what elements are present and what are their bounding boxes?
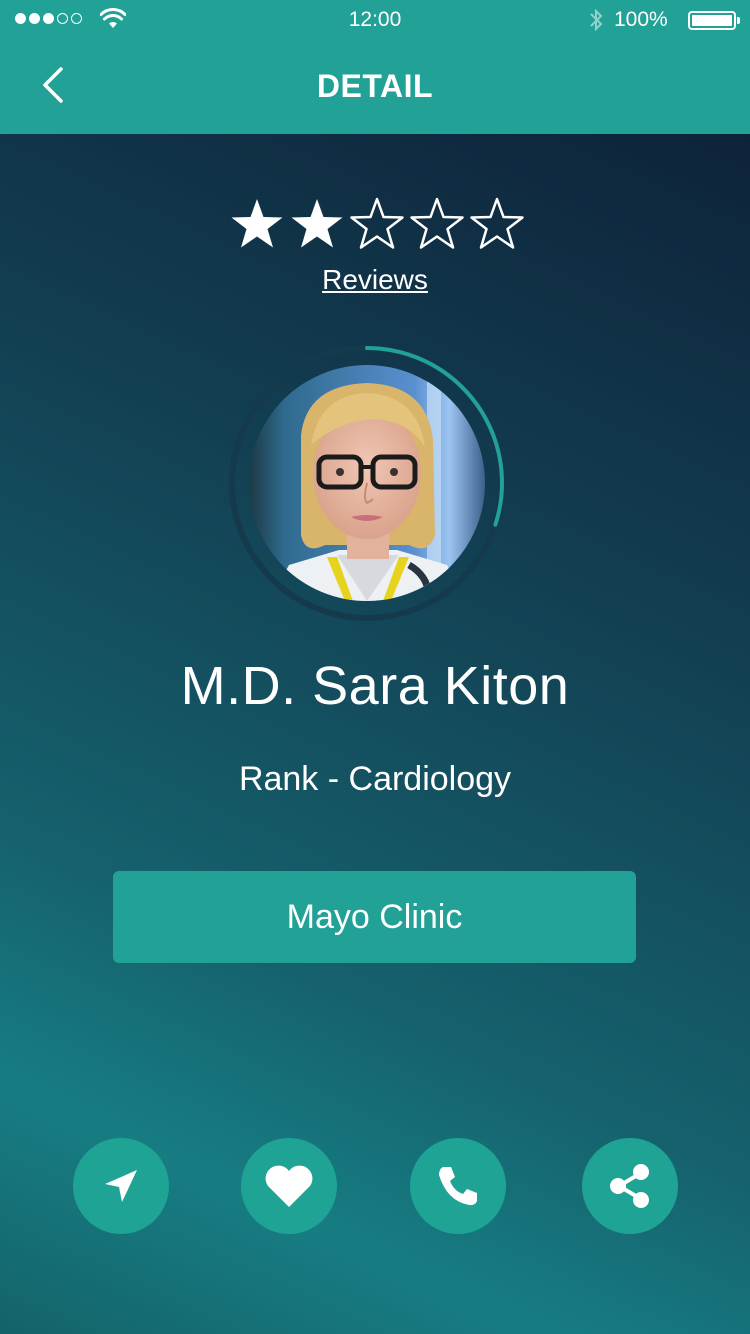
star-filled-icon [231,199,283,248]
doctor-name: M.D. Sara Kiton [180,656,570,716]
star-empty-icon [350,197,404,249]
star-empty-icon [470,197,524,249]
battery-percent: 100% [614,8,668,31]
nav-bar: DETAIL [0,40,750,134]
page-title: DETAIL [316,68,434,104]
star-empty-icon [410,197,464,249]
share-button[interactable] [582,1138,678,1234]
favorite-button[interactable] [241,1138,337,1234]
phone-icon [439,1167,477,1206]
battery-icon [688,11,740,30]
clinic-button[interactable]: Mayo Clinic [113,871,636,963]
navigate-button[interactable] [73,1138,169,1234]
doctor-rank: Rank - Cardiology [238,760,512,798]
reviews-link[interactable]: Reviews [0,264,750,296]
doctor-photo [249,365,485,601]
doctor-detail-screen: 12:00 100% DETAIL Reviews M.D. Sara Kito… [0,0,750,1334]
heart-icon [265,1165,313,1207]
navigation-arrow-icon [105,1170,137,1202]
avatar [249,365,485,601]
star-filled-icon [291,199,343,248]
status-bar: 12:00 100% [0,0,750,40]
call-button[interactable] [410,1138,506,1234]
bluetooth-icon [590,8,603,32]
share-icon [610,1164,649,1208]
star-rating [227,195,527,255]
avatar-container [228,343,518,633]
